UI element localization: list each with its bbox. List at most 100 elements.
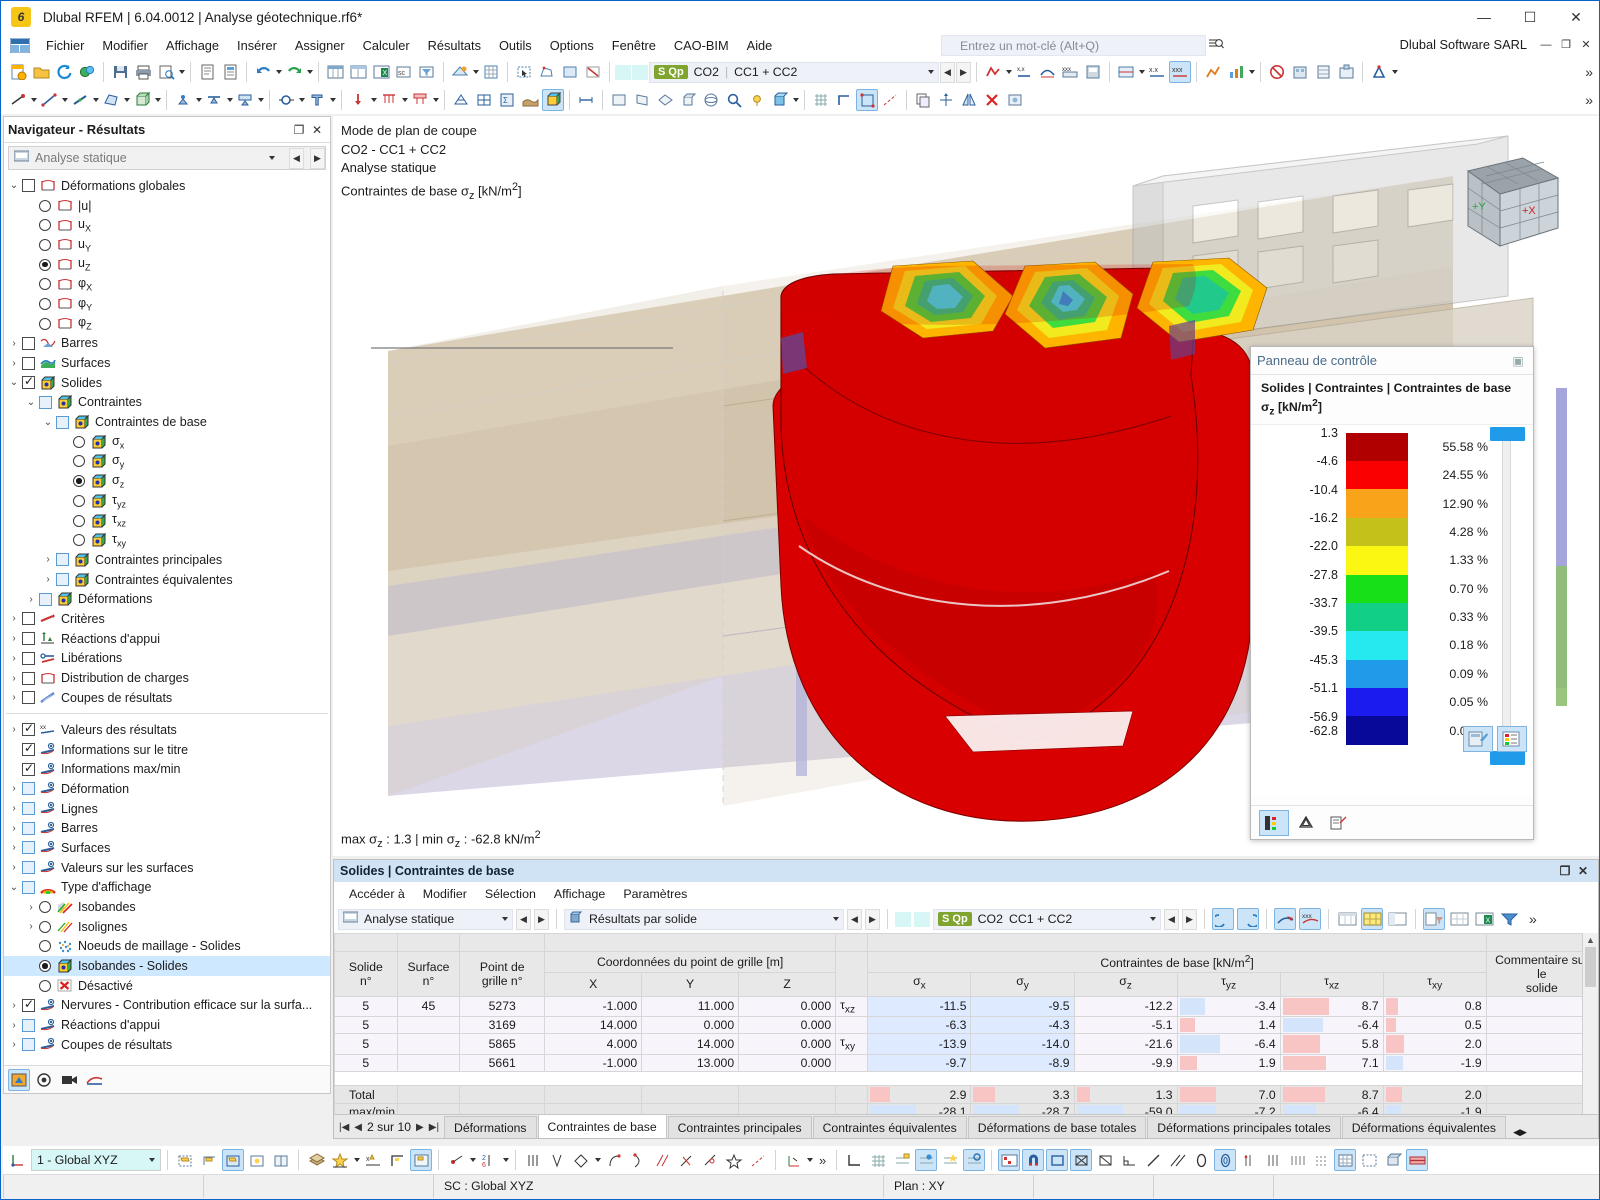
menu-modifier[interactable]: Modifier <box>93 35 157 56</box>
navigator-float-button[interactable]: ❐ <box>290 121 308 139</box>
tab-d-formations-principales-totales[interactable]: Déformations principales totales <box>1147 1116 1341 1138</box>
perp-snap-icon[interactable] <box>675 1149 697 1171</box>
table-layout1-icon[interactable] <box>1336 908 1358 930</box>
table-menu-parametres[interactable]: Paramètres <box>614 885 696 903</box>
center-snap-icon[interactable] <box>723 1149 745 1171</box>
tree-item-d-sactiv[interactable]: Désactivé <box>4 976 330 996</box>
cell-point[interactable]: 5661 <box>459 1053 546 1073</box>
cell-tau-xy[interactable]: 0.8 <box>1382 995 1487 1017</box>
tree-radio[interactable] <box>73 514 85 527</box>
tree-radio[interactable] <box>39 278 51 291</box>
node-snap-icon[interactable] <box>445 1149 467 1171</box>
tree-radio[interactable] <box>73 475 85 488</box>
cell-point[interactable]: 5865 <box>459 1033 546 1055</box>
tree-checkbox[interactable] <box>22 374 35 390</box>
load-surface-icon[interactable] <box>409 89 431 111</box>
hatch2-icon[interactable] <box>1262 1149 1284 1171</box>
report-icon[interactable] <box>219 61 241 83</box>
tree-item-barres[interactable]: › Barres <box>4 818 330 838</box>
load-line-icon[interactable] <box>378 89 400 111</box>
snap-ortho-icon[interactable] <box>386 1149 408 1171</box>
load-combination-combo[interactable]: S Qp CO2 | CC1 + CC2 <box>649 61 939 83</box>
tree-checkbox[interactable] <box>22 356 35 370</box>
chevron-down-icon[interactable]: ⌄ <box>6 882 22 893</box>
mesh-gen-icon[interactable] <box>450 89 472 111</box>
tree-item-z[interactable]: φZ <box>4 314 330 334</box>
results-values-xxx-icon[interactable]: x.x <box>1146 61 1168 83</box>
chevron-down-icon[interactable] <box>502 917 508 921</box>
tree-item-x[interactable]: σx <box>4 432 330 452</box>
building2-icon[interactable] <box>1312 61 1334 83</box>
th-tau-yz[interactable]: τyz <box>1176 971 1281 997</box>
view-free-icon[interactable] <box>700 89 722 111</box>
tab-contraintes-principales[interactable]: Contraintes principales <box>667 1116 812 1138</box>
chevron-down-icon[interactable] <box>1150 917 1156 921</box>
arc-snap-icon[interactable] <box>603 1149 625 1171</box>
legend-color-swatch[interactable] <box>1346 602 1408 632</box>
table-menu-acceder[interactable]: Accéder à <box>340 885 414 903</box>
cell-comment[interactable] <box>1485 1053 1598 1073</box>
tree-radio[interactable] <box>39 901 51 914</box>
cell-sigma-x[interactable]: -11.5 <box>867 995 972 1017</box>
tab-contraintes-de-base[interactable]: Contraintes de base <box>537 1114 667 1138</box>
prev-load-button[interactable]: ◀ <box>940 61 955 83</box>
axes-display-icon[interactable] <box>843 1149 865 1171</box>
support-line-icon[interactable] <box>203 89 225 111</box>
cell-sigma-z[interactable]: -9.9 <box>1073 1053 1178 1073</box>
tree-item-informations-max-min[interactable]: Informations max/min <box>4 759 330 779</box>
zoom-in-icon[interactable] <box>723 89 745 111</box>
last-page-icon[interactable]: ▶| <box>429 1122 439 1133</box>
results-values-xxx2-icon[interactable]: xxx <box>1169 61 1191 83</box>
cell-comment[interactable] <box>1485 995 1598 1017</box>
filter-tab-icon[interactable] <box>1323 810 1353 836</box>
cell-surface[interactable] <box>396 1053 461 1073</box>
tree-checkbox[interactable] <box>22 691 35 705</box>
chevron-down-icon[interactable]: ⌄ <box>40 417 56 428</box>
tree-item-r-actions-d-appui[interactable]: › Réactions d'appui <box>4 1015 330 1035</box>
object-snap-icon[interactable] <box>856 89 878 111</box>
coordinate-system-combo[interactable]: 1 - Global XYZ <box>31 1149 161 1171</box>
table-menu-affichage[interactable]: Affichage <box>545 885 614 903</box>
cell-z[interactable]: 0.000 <box>738 995 837 1017</box>
visibility-mode-icon[interactable] <box>998 1149 1021 1171</box>
legend-range-slider[interactable] <box>1490 426 1525 765</box>
deselect-icon[interactable] <box>582 61 604 83</box>
menu-assigner[interactable]: Assigner <box>286 35 354 56</box>
legend-color-swatch[interactable] <box>1346 460 1408 490</box>
tree-checkbox[interactable] <box>22 671 35 685</box>
toolbar2-overflow-icon[interactable]: » <box>1585 92 1599 108</box>
next-load-button[interactable]: ▶ <box>956 61 971 83</box>
member-insert-icon[interactable] <box>69 89 91 111</box>
double-line-icon[interactable] <box>1166 1149 1188 1171</box>
table-body[interactable]: 5 45 5273 -1.000 11.000 0.000 τxz -11.5 -9.5 -12.… <box>334 995 1598 1114</box>
chevron-right-icon[interactable]: › <box>6 803 22 814</box>
tree-radio[interactable] <box>39 920 51 933</box>
tree-checkbox[interactable] <box>22 782 35 796</box>
legend-edit-icon[interactable] <box>1463 725 1493 752</box>
tree-radio[interactable] <box>73 494 85 507</box>
tree-item-d-formation[interactable]: › Déformation <box>4 779 330 799</box>
tree-checkbox[interactable] <box>22 761 35 776</box>
mesh-settings-icon[interactable] <box>473 89 495 111</box>
open-file-icon[interactable] <box>30 61 52 83</box>
bottom-toolbar-overflow-icon[interactable]: » <box>815 1153 830 1168</box>
table-filter-icon[interactable] <box>416 61 438 83</box>
table-view-icon[interactable] <box>324 61 346 83</box>
tree-checkbox[interactable] <box>56 415 69 429</box>
tree-item-ux[interactable]: uX <box>4 215 330 235</box>
cell-solide[interactable]: 5 <box>334 1015 398 1035</box>
cell-sigma-y[interactable]: -14.0 <box>970 1033 1075 1055</box>
cell-z[interactable]: 0.000 <box>738 1033 837 1055</box>
cell-solide[interactable]: 5 <box>334 995 398 1017</box>
support-surface-icon[interactable] <box>234 89 256 111</box>
print-preview-icon[interactable] <box>155 61 177 83</box>
move-icon[interactable] <box>935 89 957 111</box>
tree-item-r-actions-d-appui[interactable]: › Réactions d'appui <box>4 629 330 649</box>
table-load-prev[interactable]: ◀ <box>1164 908 1179 930</box>
building3-icon[interactable] <box>1335 61 1357 83</box>
th-z[interactable]: Z <box>738 971 837 997</box>
cell-x[interactable]: 4.000 <box>544 1033 643 1055</box>
cs-snap-icon[interactable] <box>782 1149 804 1171</box>
tree-item-y[interactable]: σy <box>4 452 330 472</box>
tree-radio[interactable] <box>39 297 51 310</box>
